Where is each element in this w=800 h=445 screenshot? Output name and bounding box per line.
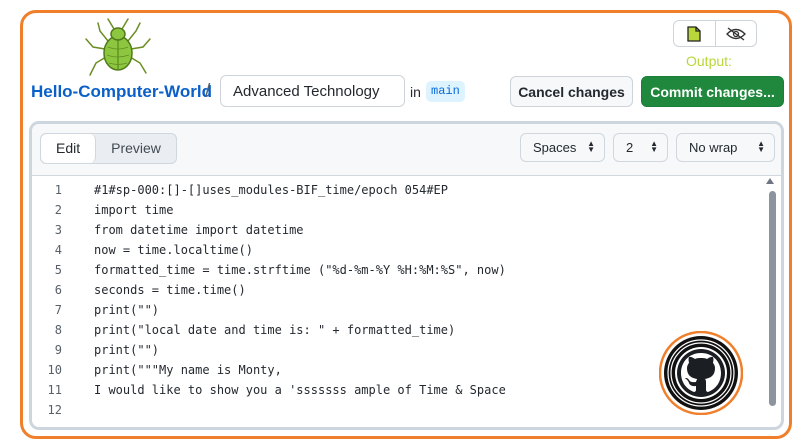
code-line: 3 from datetime import datetime <box>32 220 781 240</box>
code-text: print("") <box>94 303 160 317</box>
wrap-mode-select[interactable]: No wrap ▲ ▼ <box>676 133 775 162</box>
code-line: 1 #1#sp-000:[]-[]uses_modules-BIF_time/ep… <box>32 180 781 200</box>
code-line: 5 formatted_time = time.strftime ("%d-%m-… <box>32 260 781 280</box>
code-line: 6 seconds = time.time() <box>32 280 781 300</box>
output-label: Output: <box>686 53 732 69</box>
wrap-mode-value: No wrap <box>689 140 738 155</box>
line-number: 7 <box>54 303 62 317</box>
file-toggle-button[interactable] <box>674 21 715 46</box>
cancel-changes-button[interactable]: Cancel changes <box>510 76 633 107</box>
code-text: formatted_time = time.strftime ("%d-%m-%… <box>94 263 506 277</box>
github-octocat-icon[interactable] <box>659 331 743 415</box>
branch-badge: main <box>426 81 465 102</box>
select-caret-icon: ▲ ▼ <box>757 139 765 154</box>
code-line: 4 now = time.localtime() <box>32 240 781 260</box>
line-number: 12 <box>47 403 62 417</box>
scroll-up-arrow-icon[interactable] <box>766 178 774 184</box>
line-number: 11 <box>47 383 62 397</box>
code-text: now = time.localtime() <box>94 243 253 257</box>
line-number: 1 <box>54 183 62 197</box>
repo-link[interactable]: Hello-Computer-World <box>31 82 212 102</box>
file-icon <box>687 25 701 42</box>
code-text: print("local date and time is: " + forma… <box>94 323 456 337</box>
line-number: 4 <box>54 243 62 257</box>
line-number: 10 <box>47 363 62 377</box>
bug-logo-icon <box>85 18 151 76</box>
code-text: seconds = time.time() <box>94 283 246 297</box>
line-number: 9 <box>54 343 62 357</box>
in-label: in <box>410 84 421 100</box>
line-number: 3 <box>54 223 62 237</box>
editor-toolbar: Edit Preview Spaces ▲ ▼ 2 ▲ ▼ No wrap ▲ ▼ <box>32 124 781 176</box>
code-line: 2 import time <box>32 200 781 220</box>
indent-mode-value: Spaces <box>533 140 577 155</box>
hide-toggle-button[interactable] <box>714 21 757 46</box>
code-text: print("""My name is Monty, <box>94 363 282 377</box>
code-text: #1#sp-000:[]-[]uses_modules-BIF_time/epo… <box>94 183 449 197</box>
output-toggle-group <box>673 20 757 47</box>
line-number: 8 <box>54 323 62 337</box>
line-number: 2 <box>54 203 62 217</box>
indent-size-value: 2 <box>626 140 634 155</box>
code-text: from datetime import datetime <box>94 223 304 237</box>
indent-size-select[interactable]: 2 ▲ ▼ <box>613 133 668 162</box>
code-text: print("") <box>94 343 160 357</box>
commit-changes-button[interactable]: Commit changes... <box>641 76 784 107</box>
select-caret-icon: ▲ ▼ <box>587 139 595 154</box>
vertical-scrollbar-thumb[interactable] <box>769 191 776 406</box>
indent-mode-select[interactable]: Spaces ▲ ▼ <box>520 133 605 162</box>
tab-preview[interactable]: Preview <box>96 134 176 163</box>
select-caret-icon: ▲ ▼ <box>650 139 658 154</box>
code-text: import time <box>94 203 174 217</box>
filename-input[interactable] <box>220 75 405 107</box>
code-line: 7 print("") <box>32 300 781 320</box>
breadcrumb-separator: / <box>205 81 211 102</box>
eye-slash-icon <box>725 26 746 41</box>
line-number: 5 <box>54 263 62 277</box>
code-text: I would like to show you a 'sssssss ampl… <box>94 383 506 397</box>
line-number: 6 <box>54 283 62 297</box>
tab-edit[interactable]: Edit <box>41 134 97 163</box>
edit-preview-tabs: Edit Preview <box>40 133 177 164</box>
